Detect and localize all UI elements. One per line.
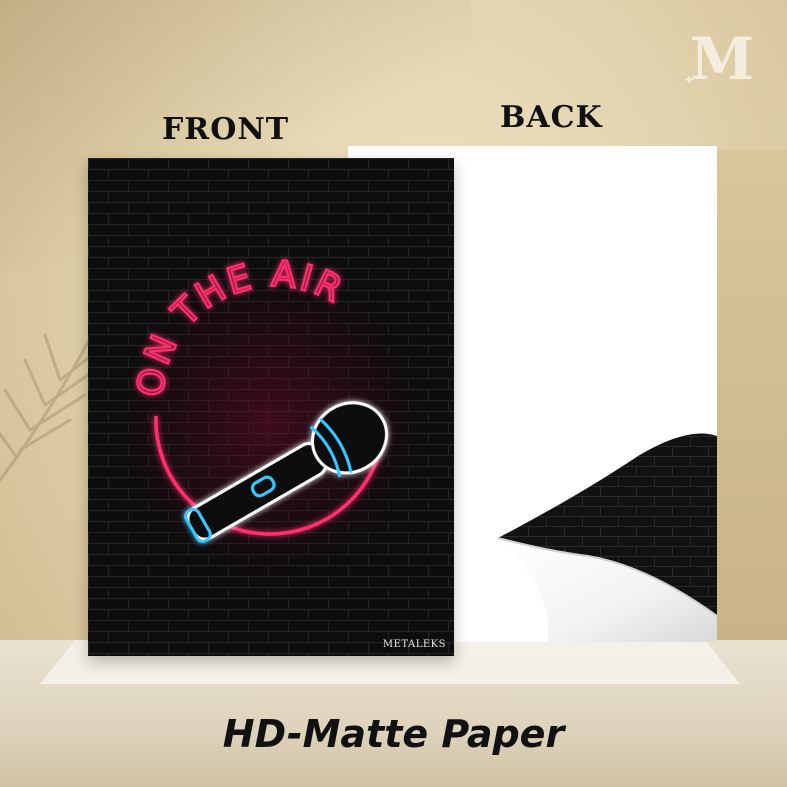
front-poster: ON THE AIR METALEKS — [88, 158, 454, 656]
logo-letter: M — [690, 25, 755, 93]
front-label: FRONT — [162, 112, 290, 147]
poster-artwork: ON THE AIR — [88, 158, 454, 656]
poster-brand: METALEKS — [382, 639, 446, 650]
back-label: BACK — [500, 100, 603, 135]
brand-logo: M ✦ — [684, 26, 754, 92]
logo-spark-icon: ✦ — [684, 73, 695, 87]
product-title: HD-Matte Paper — [222, 712, 565, 756]
